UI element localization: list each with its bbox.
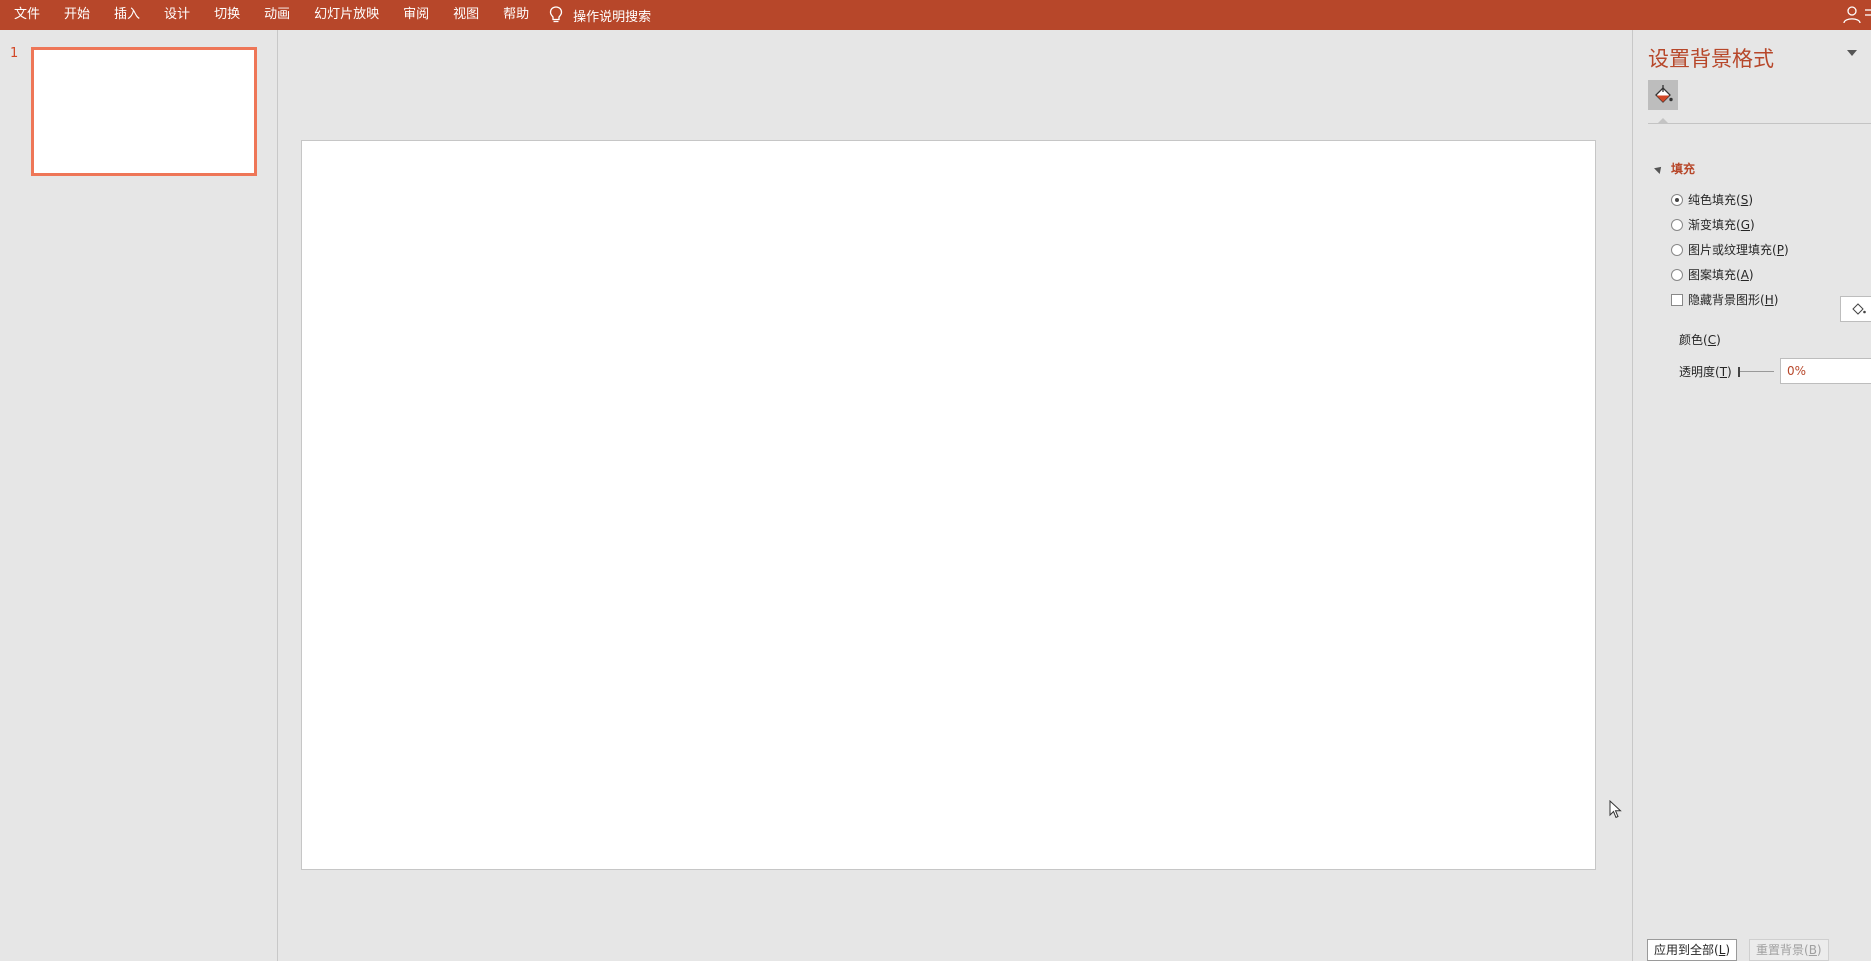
user-icon — [1843, 6, 1871, 24]
transparency-slider[interactable] — [1738, 367, 1774, 377]
color-label: 颜色(C) — [1679, 333, 1721, 347]
hide-background-graphics-checkbox[interactable] — [1671, 293, 1683, 306]
pattern-fill-label: 图案填充(A) — [1688, 268, 1754, 282]
transparency-label: 透明度(T) — [1679, 365, 1732, 379]
tab-transitions[interactable]: 切换 — [202, 0, 252, 30]
paint-bucket-icon — [1655, 85, 1673, 103]
paint-bucket-icon — [1852, 303, 1866, 315]
lightbulb-icon — [550, 6, 563, 23]
slide-thumbnail[interactable] — [31, 47, 257, 176]
tell-me-search[interactable]: 操作说明搜索 — [549, 0, 651, 30]
picture-fill-option[interactable]: 图片或纹理填充(P) — [1671, 241, 1789, 258]
transparency-input[interactable]: 0% — [1780, 358, 1871, 384]
tab-review[interactable]: 审阅 — [391, 0, 441, 30]
tab-design[interactable]: 设计 — [152, 0, 202, 30]
hide-background-graphics-label: 隐藏背景图形(H) — [1688, 293, 1779, 307]
color-picker-button[interactable] — [1840, 296, 1871, 322]
solid-fill-option[interactable]: 纯色填充(S) — [1671, 191, 1753, 208]
tab-file[interactable]: 文件 — [0, 0, 52, 30]
fill-section-header[interactable]: 填充 — [1654, 160, 1696, 177]
collapse-triangle-icon — [1654, 163, 1664, 174]
ribbon-tab-bar: 文件 开始 插入 设计 切换 动画 幻灯片放映 审阅 视图 帮助 操作说明搜索 — [0, 0, 1871, 30]
tab-indicator — [1657, 118, 1669, 124]
gradient-fill-label: 渐变填充(G) — [1688, 218, 1755, 232]
gradient-fill-option[interactable]: 渐变填充(G) — [1671, 216, 1755, 233]
picture-fill-label: 图片或纹理填充(P) — [1688, 243, 1789, 257]
gradient-fill-radio[interactable] — [1671, 218, 1683, 231]
mouse-cursor-icon — [1609, 800, 1622, 819]
pattern-fill-option[interactable]: 图案填充(A) — [1671, 266, 1754, 283]
picture-fill-radio[interactable] — [1671, 243, 1683, 256]
hide-background-graphics-option[interactable]: 隐藏背景图形(H) — [1671, 291, 1778, 308]
pane-options-dropdown-icon[interactable] — [1847, 50, 1857, 56]
tell-me-label: 操作说明搜索 — [573, 9, 652, 25]
apply-to-all-button[interactable]: 应用到全部(L) — [1647, 939, 1738, 961]
fill-category-tab[interactable] — [1648, 80, 1678, 110]
tab-help[interactable]: 帮助 — [491, 0, 541, 30]
tab-animations[interactable]: 动画 — [252, 0, 302, 30]
slide-canvas[interactable] — [301, 140, 1596, 870]
format-background-pane: 设置背景格式 填充 纯色填充(S) 渐变填充(G) 图片或纹理填充(P) 图案填… — [1632, 30, 1871, 961]
tab-slideshow[interactable]: 幻灯片放映 — [302, 0, 391, 30]
reset-background-button[interactable]: 重置背景(B) — [1749, 939, 1829, 961]
slide-number: 1 — [10, 46, 19, 61]
tab-divider — [1648, 123, 1871, 124]
slider-track — [1738, 371, 1774, 372]
tab-insert[interactable]: 插入 — [102, 0, 152, 30]
pane-title: 设置背景格式 — [1648, 47, 1774, 71]
pattern-fill-radio[interactable] — [1671, 268, 1683, 281]
tab-view[interactable]: 视图 — [441, 0, 491, 30]
share-button[interactable] — [1841, 6, 1871, 24]
solid-fill-radio[interactable] — [1671, 193, 1683, 206]
solid-fill-label: 纯色填充(S) — [1688, 193, 1753, 207]
tab-home[interactable]: 开始 — [52, 0, 102, 30]
slide-thumbnail-pane: 1 — [0, 30, 278, 961]
fill-section-label: 填充 — [1671, 162, 1696, 176]
slide-editor — [279, 30, 1632, 961]
slider-thumb[interactable] — [1738, 367, 1740, 377]
